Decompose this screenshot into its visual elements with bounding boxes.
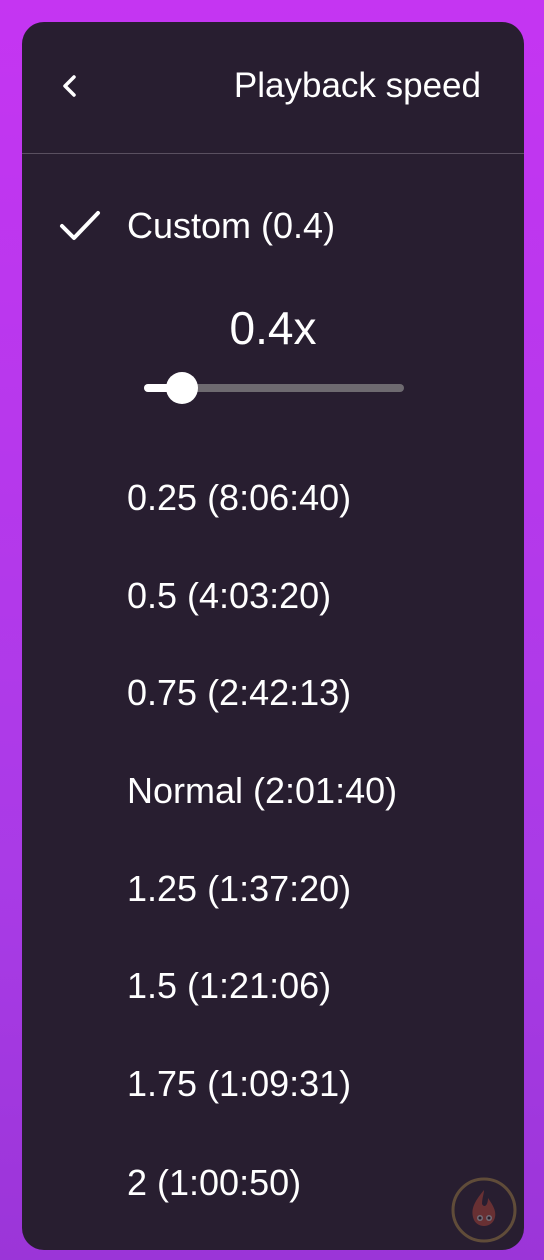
speed-option-label: 1.25 (1:37:20) [127,868,352,909]
speed-option-label: 2 (1:00:50) [127,1162,302,1203]
page-title: Playback speed [233,66,481,105]
speed-option-label: 0.25 (8:06:40) [127,477,352,518]
playback-speed-panel: Playback speed Custom (0.4) 0.4x 0.25 (8… [22,22,524,1250]
panel-header: Playback speed [22,22,524,154]
speed-option-1-25[interactable]: 1.25 (1:37:20) [22,851,524,927]
speed-option-0-25[interactable]: 0.25 (8:06:40) [22,460,524,536]
speed-option-0-75[interactable]: 0.75 (2:42:13) [22,655,524,731]
speed-value-display: 0.4x [229,302,317,354]
speed-option-label: 0.75 (2:42:13) [127,672,352,713]
speed-option-0-5[interactable]: 0.5 (4:03:20) [22,558,524,634]
slider-thumb[interactable] [166,372,199,404]
speed-option-1-75[interactable]: 1.75 (1:09:31) [22,1046,524,1122]
custom-speed-label: Custom (0.4) [127,205,336,246]
custom-speed-option[interactable]: Custom (0.4) [22,190,524,264]
speed-option-label: Normal (2:01:40) [127,770,398,811]
speed-option-label: 1.75 (1:09:31) [127,1063,352,1104]
speed-option-label: 1.5 (1:21:06) [127,965,332,1006]
speed-option-1-5[interactable]: 1.5 (1:21:06) [22,948,524,1024]
speed-option-label: 0.5 (4:03:20) [127,575,332,616]
speed-slider[interactable] [144,370,404,406]
checkmark-icon [60,211,100,240]
watermark-logo-icon [451,1177,517,1243]
speed-option-normal[interactable]: Normal (2:01:40) [22,753,524,829]
chevron-left-icon [63,75,76,97]
back-button[interactable] [50,64,90,108]
